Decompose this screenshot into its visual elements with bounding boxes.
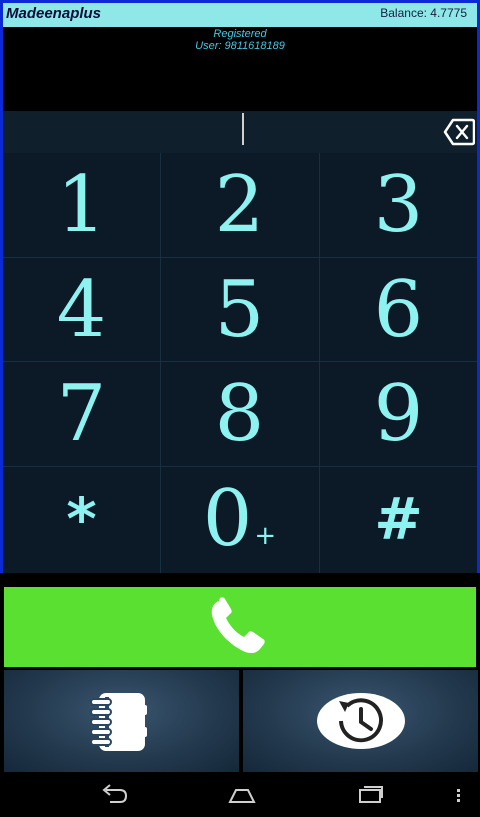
call-button[interactable]	[4, 587, 476, 667]
back-icon[interactable]	[98, 782, 130, 808]
spacer	[0, 573, 480, 587]
dial-number-field[interactable]	[3, 111, 477, 153]
key-star[interactable]: *	[3, 467, 160, 571]
registration-text: Registered	[213, 28, 267, 40]
key-7[interactable]: 7	[3, 362, 160, 466]
backspace-icon	[443, 118, 476, 146]
key-6[interactable]: 6	[320, 258, 477, 362]
app-name: Madeenaplus	[6, 5, 102, 22]
user-number: User: 9811618189	[195, 40, 285, 52]
key-9[interactable]: 9	[320, 362, 477, 466]
key-1[interactable]: 1	[3, 153, 160, 257]
key-0-plus: +	[254, 521, 277, 551]
dial-pad: 1 2 3 4 5 6 7 8 9 * 0 + #	[3, 153, 477, 573]
phone-handset-icon	[211, 597, 265, 654]
key-0[interactable]: 0 +	[161, 467, 318, 571]
registration-status: Registered User: 9811618189	[3, 27, 477, 111]
call-history-icon	[316, 693, 405, 749]
key-2[interactable]: 2	[161, 153, 318, 257]
bottom-actions	[0, 667, 480, 775]
balance-label: Balance: 4.7775	[380, 6, 467, 20]
home-icon[interactable]	[226, 782, 258, 808]
backspace-button[interactable]	[443, 117, 476, 147]
history-button[interactable]	[243, 670, 478, 772]
key-0-digit: 0	[202, 474, 253, 564]
key-8[interactable]: 8	[161, 362, 318, 466]
contacts-notebook-icon	[89, 693, 147, 751]
key-3[interactable]: 3	[320, 153, 477, 257]
contacts-button[interactable]	[4, 670, 239, 772]
text-cursor	[242, 113, 244, 145]
title-bar: Madeenaplus Balance: 4.7775	[0, 0, 480, 29]
key-4[interactable]: 4	[3, 258, 160, 362]
key-hash[interactable]: #	[320, 467, 477, 571]
recents-icon[interactable]	[354, 782, 386, 808]
system-nav-bar	[0, 775, 480, 817]
key-5[interactable]: 5	[161, 258, 318, 362]
menu-icon[interactable]	[452, 782, 464, 808]
